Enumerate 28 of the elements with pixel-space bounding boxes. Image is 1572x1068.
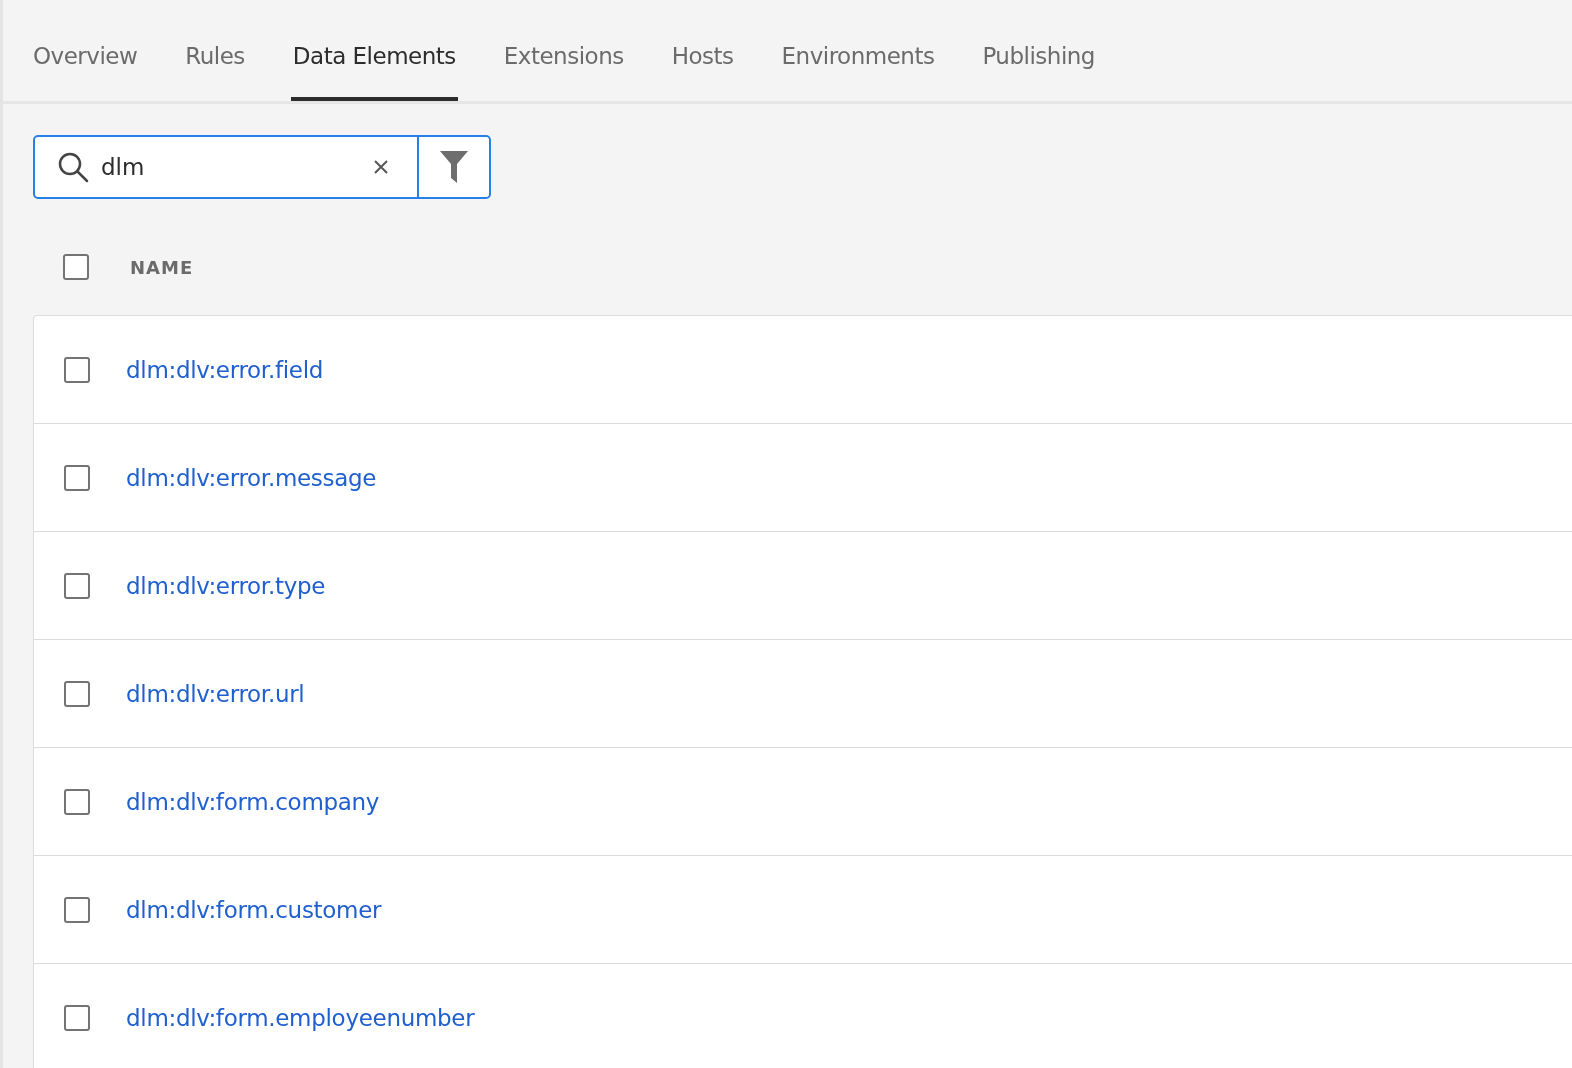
row-checkbox[interactable] [64, 356, 90, 383]
column-header[interactable]: NAME [130, 256, 194, 278]
data-element-link[interactable]: dlm:dlv:form.customer [126, 896, 382, 923]
data-element-link[interactable]: dlm:dlv:form.employeenumber [126, 1004, 475, 1031]
row-checkbox[interactable] [64, 464, 90, 491]
search-field[interactable]: dlm [101, 154, 341, 180]
tab[interactable]: Publishing [980, 14, 1097, 101]
filter-button[interactable] [417, 137, 489, 197]
tab[interactable]: Data Elements [290, 14, 458, 101]
data-element-link[interactable]: dlm:dlv:error.type [126, 572, 326, 599]
tab[interactable]: Extensions [501, 14, 626, 101]
row-checkbox[interactable] [64, 788, 90, 815]
search-icon [57, 151, 89, 183]
tab[interactable]: Overview [31, 14, 140, 101]
row-checkbox[interactable] [64, 896, 90, 923]
data-element-link[interactable]: dlm:dlv:error.url [126, 680, 305, 707]
data-element-link[interactable]: dlm:dlv:error.field [126, 356, 324, 383]
data-element-link[interactable]: dlm:dlv:form.company [126, 788, 380, 815]
row-checkbox[interactable] [64, 572, 90, 599]
tab[interactable]: Hosts [669, 14, 736, 101]
select-all-checkbox[interactable] [63, 254, 89, 280]
row-checkbox[interactable] [64, 680, 90, 707]
tab[interactable]: Environments [779, 14, 937, 101]
filter-icon [439, 150, 469, 184]
tab[interactable]: Rules [183, 14, 247, 101]
clear-icon[interactable] [373, 159, 389, 175]
data-element-link[interactable]: dlm:dlv:error.message [126, 464, 377, 491]
row-checkbox[interactable] [64, 1004, 90, 1031]
